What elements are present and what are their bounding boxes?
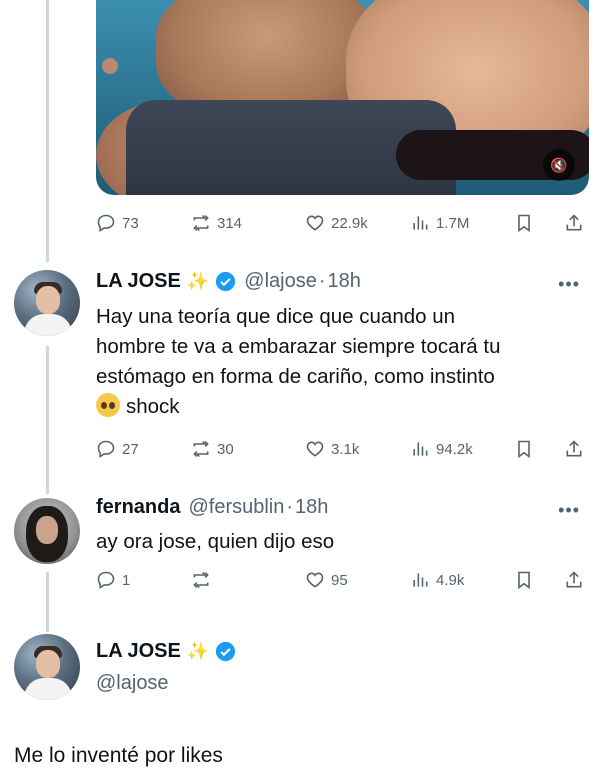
share-button[interactable]	[564, 439, 584, 459]
thread-line-mid	[46, 346, 49, 494]
repost-button[interactable]: 30	[191, 439, 234, 459]
repost-button[interactable]: 314	[191, 213, 242, 233]
like-count: 22.9k	[331, 214, 368, 232]
avatar-lajose[interactable]	[14, 270, 80, 336]
like-icon	[306, 572, 324, 588]
reply-icon	[97, 440, 115, 458]
author-name[interactable]: fernanda	[96, 496, 180, 519]
repost-count: 30	[217, 440, 234, 458]
bookmark-icon	[518, 571, 530, 590]
post1-action-bar: 73 314 22.9k 1.7M	[96, 211, 590, 235]
reply-count: 73	[122, 214, 139, 232]
bookmark-icon	[518, 440, 530, 459]
post-time[interactable]: 18h	[295, 496, 328, 519]
like-button[interactable]: 22.9k	[305, 213, 368, 233]
share-icon	[566, 214, 582, 231]
views-count: 94.2k	[436, 440, 473, 458]
author-name[interactable]: LA JOSE	[96, 270, 181, 293]
like-button[interactable]: 3.1k	[305, 439, 359, 459]
share-button[interactable]	[564, 570, 584, 590]
thread-line-top	[46, 0, 49, 262]
post2-text: Hay una teoría que dice que cuando un ho…	[96, 305, 501, 418]
views-icon	[413, 442, 428, 456]
reply-count: 27	[122, 440, 139, 458]
verified-icon	[215, 641, 236, 662]
sparkle-emoji: ✨	[186, 641, 210, 661]
views-count: 4.9k	[436, 571, 465, 589]
sparkle-emoji: ✨	[186, 271, 210, 291]
reply-text: Me lo inventé por likes	[14, 744, 223, 767]
share-icon	[566, 440, 582, 457]
bookmark-button[interactable]	[514, 213, 534, 233]
repost-icon	[193, 214, 209, 232]
thread-line-low	[46, 572, 49, 632]
avatar-lajose[interactable]	[14, 634, 80, 700]
reply-count: 1	[122, 571, 131, 589]
share-button[interactable]	[564, 213, 584, 233]
mute-icon[interactable]: 🔇	[543, 149, 575, 181]
like-icon	[306, 441, 324, 457]
pleading-face-emoji	[96, 393, 120, 417]
views-icon	[413, 573, 428, 587]
post3-text: ay ora jose, quien dijo eso	[96, 530, 335, 553]
repost-icon	[193, 440, 209, 458]
avatar-fersublin[interactable]	[14, 498, 80, 564]
bookmark-icon	[518, 214, 530, 233]
reply-icon	[97, 214, 115, 232]
author-handle[interactable]: @fersublin	[188, 496, 284, 519]
views-button[interactable]: 1.7M	[410, 213, 469, 233]
views-icon	[413, 216, 428, 230]
author-handle[interactable]: @lajose	[244, 270, 317, 293]
post3-action-bar: 1 95 4.9k	[96, 568, 590, 592]
post-time[interactable]: 18h	[328, 270, 361, 293]
post2-action-bar: 27 30 3.1k 94.2k	[96, 437, 590, 461]
reply-button[interactable]: 27	[96, 439, 139, 459]
author-handle[interactable]: @lajose	[96, 672, 169, 695]
post4-header: LA JOSE ✨	[96, 640, 236, 663]
reply-button[interactable]: 1	[96, 570, 130, 590]
verified-icon	[215, 271, 236, 292]
bookmark-button[interactable]	[514, 439, 534, 459]
repost-icon	[193, 571, 209, 589]
more-icon[interactable]: •••	[558, 500, 580, 521]
like-button[interactable]: 95	[305, 570, 348, 590]
like-count: 3.1k	[331, 440, 360, 458]
repost-button[interactable]	[191, 570, 217, 590]
like-count: 95	[331, 571, 348, 589]
repost-count: 314	[217, 214, 243, 232]
post3-header: fernanda @fersublin · 18h	[96, 496, 329, 519]
post2-header: LA JOSE ✨ @lajose · 18h	[96, 270, 361, 293]
views-count: 1.7M	[436, 214, 470, 232]
more-icon[interactable]: •••	[558, 274, 580, 295]
reply-button[interactable]: 73	[96, 213, 139, 233]
author-name[interactable]: LA JOSE	[96, 640, 181, 663]
views-button[interactable]: 94.2k	[410, 439, 473, 459]
views-button[interactable]: 4.9k	[410, 570, 464, 590]
video-media[interactable]: 🔇	[96, 0, 589, 195]
share-icon	[566, 571, 582, 588]
reply-icon	[97, 571, 115, 589]
bookmark-button[interactable]	[514, 570, 534, 590]
like-icon	[306, 215, 324, 231]
